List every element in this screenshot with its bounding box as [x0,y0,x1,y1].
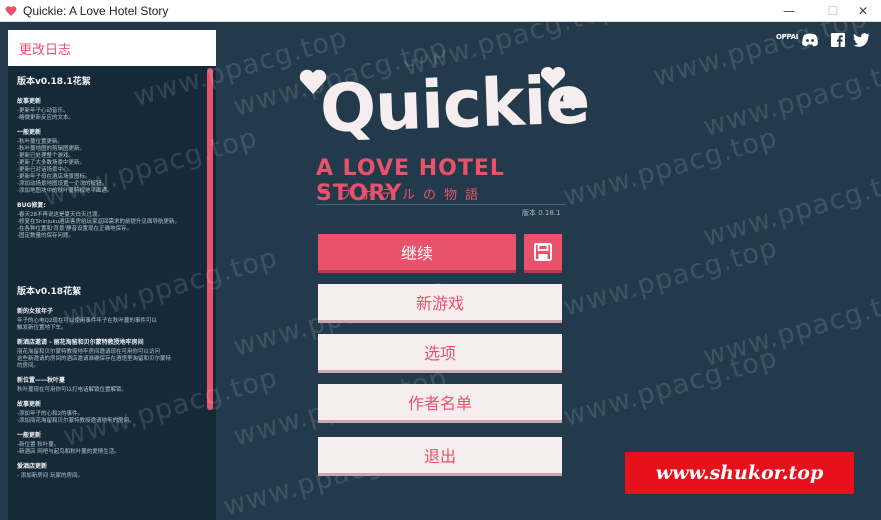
twitter-icon[interactable] [853,33,870,47]
quit-button[interactable]: 退出 [318,437,562,473]
changelog-content[interactable]: 版本v0.18.1花絮 故事更新 -更新年子心动音乐。 -略微更新反应的文本。 一般更新… [8,66,206,520]
changelog-line: - 添加新房间 玩家的房间。 [17,473,83,479]
changelog-group-title: 爱酒店更新 [17,463,48,470]
save-button[interactable] [524,234,562,270]
window-title-bar: Quickie: A Love Hotel Story — ☐ ✕ [0,0,881,22]
logo-title: Quickie [318,61,591,148]
changelog-line: -更新年子心动音乐。 [17,108,69,114]
credits-button[interactable]: 作者名单 [318,384,562,420]
watermark-text: www.ppacg.top [560,122,781,213]
changelog-line: -新酒店 网吧与起鸟和秋叶蔓的爱情生活。 [17,449,120,455]
changelog-line: -更新已对话场景中心。 [17,167,74,173]
changelog-line: 触发新位置地下车。 [17,325,67,331]
changelog-group-title: 故事更新 [17,401,42,408]
changelog-line: -新位置 秋叶蔓。 [17,442,60,448]
changelog-panel: 更改日志 版本v0.18.1花絮 故事更新 -更新年子心动音乐。 -略微更新反应的文本… [8,30,216,520]
changelog-group-title: 新的女孩年子 [17,308,54,315]
changelog-line: -添加丽花淘留和贝尔蒙特教授邀请地牢的房间。 [17,418,135,424]
oppai-icon[interactable]: OPPAI [776,33,798,41]
maximize-button[interactable]: ☐ [816,0,850,22]
changelog-group-title: 一般更新 [17,129,42,136]
changelog-section: 版本v0.18.1花絮 故事更新 -更新年子心动音乐。 -略微更新反应的文本。 一般更新… [17,74,196,240]
changelog-group-title: 一般更新 [17,432,42,439]
logo-divider [316,204,566,205]
changelog-line: 年子的心电Q2现在可以使用事件年子在秋叶蔓的事件可以 [17,318,157,324]
game-screen: 更改日志 版本v0.18.1花絮 故事更新 -更新年子心动音乐。 -略微更新反应的文本… [0,22,881,520]
watermark-text: www.ppacg.top [700,162,881,253]
watermark-text: www.ppacg.top [560,232,781,323]
new-game-button[interactable]: 新游戏 [318,284,562,320]
changelog-line: 这些新邀请的房间的酒店邀请准确保存在酒馆里淘留和贝尔蒙特 [17,356,172,362]
changelog-line: -在各种位置和'背景'静音设置现在正确地保存。 [17,226,133,232]
changelog-line: -略微更新反应的文本。 [17,115,74,121]
changelog-line: -更新已处理整个游戏。 [17,153,74,159]
changelog-line: -更新年子母在酒店场景图标。 [17,174,91,180]
version-label: 版本 0.18.1 [522,209,561,217]
changelog-version-title: 版本v0.18花絮 [17,287,82,297]
changelog-line: -秋叶蔓位置更新。 [17,139,63,145]
app-heart-icon [5,5,17,16]
changelog-line: -春天28不再说这是夏天白天过渡。 [17,212,103,218]
watermark-text: www.ppacg.top [700,52,881,143]
changelog-line: -添加动场景地图设置一个次的按钮。 [17,181,107,187]
minimize-button[interactable]: — [772,0,806,22]
save-icon [534,243,552,261]
close-button[interactable]: ✕ [846,0,880,22]
changelog-title: 更改日志 [8,30,216,66]
changelog-group-title: 新酒店邀请 - 丽花淘留和贝尔蒙特教授地牢房间 [17,339,144,346]
changelog-line: 丽花淘留和贝尔蒙特教授地牢房间邀请现在可用你可以访问 [17,349,161,355]
continue-button[interactable]: 继续 [318,234,516,270]
site-watermark-banner: www.shukor.top [625,452,854,494]
logo-japanese-subtitle: ラブホテルの物語 [318,188,487,203]
changelog-line: 秋叶蔓现在可用你可以打电话解锁位置解锁。 [17,387,128,393]
changelog-section: 版本v0.18花絮 新的女孩年子年子的心电Q2现在可以使用事件年子在秋叶蔓的事件可… [17,284,196,480]
changelog-version-title: 版本v0.18.1花絮 [17,77,91,87]
changelog-line: -修复在Shinjuku酒店客房给玩家返回需求的前提升见面导航更新。 [17,219,180,225]
changelog-line: -添加地图块中的秋叶蔓特权地平面通。 [17,188,113,194]
watermark-text: www.ppacg.top [700,282,881,373]
changelog-group-title: 新位置——秋叶蔓 [17,377,66,384]
changelog-group-title: 故事更新 [17,98,42,105]
window-title: Quickie: A Love Hotel Story [23,3,169,18]
changelog-line: -秋叶蔓地图的剪辑图更新。 [17,146,85,152]
changelog-line: -添加年子的心和2的事件。 [17,411,83,417]
changelog-spacer [17,250,196,284]
changelog-group-title: BUG修复: [17,202,46,209]
discord-icon[interactable] [801,33,819,47]
changelog-line: 的房间。 [17,363,40,369]
game-logo: Quickie A LOVE HOTEL STORY ラブホテルの物語 版本 0… [292,61,592,238]
changelog-scrollbar[interactable] [207,68,213,410]
options-button[interactable]: 选项 [318,334,562,370]
changelog-line: -更新了大多数场景中更新。 [17,160,85,166]
changelog-line: -固定数量的保存问题。 [17,233,74,239]
facebook-icon[interactable] [831,33,845,47]
watermark-text: www.ppacg.top [560,342,781,433]
